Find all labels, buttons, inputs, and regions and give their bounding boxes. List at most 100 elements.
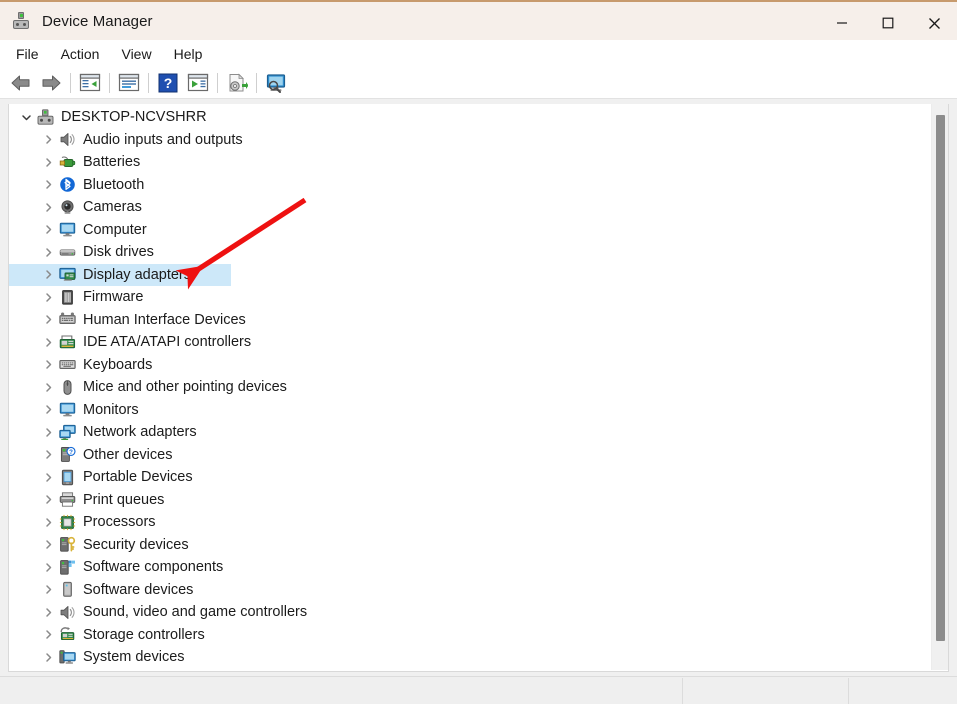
tree-item-processors[interactable]: Processors [9, 511, 933, 534]
software-component-icon [57, 558, 77, 576]
menu-item-action[interactable]: Action [50, 44, 111, 64]
tree-item-display-adapters[interactable]: Display adapters [9, 263, 231, 286]
chevron-right-icon[interactable] [39, 157, 57, 168]
chevron-right-icon[interactable] [39, 134, 57, 145]
chevron-right-icon[interactable] [39, 562, 57, 573]
tree-item-portable-devices[interactable]: Portable Devices [9, 466, 933, 489]
chevron-right-icon[interactable] [39, 314, 57, 325]
chevron-right-icon[interactable] [39, 584, 57, 595]
status-bar-divider [682, 678, 683, 704]
tree-item-label: Batteries [83, 154, 141, 170]
tree-item-audio-inputs-and-outputs[interactable]: Audio inputs and outputs [9, 129, 933, 152]
tree-item-batteries[interactable]: Batteries [9, 151, 933, 174]
chevron-right-icon[interactable] [39, 292, 57, 303]
device-tree-list: DESKTOP-NCVSHRR Audio inputs and outputs… [9, 104, 933, 669]
chevron-right-icon[interactable] [39, 359, 57, 370]
computer-node-icon [35, 108, 55, 126]
tree-item-storage-controllers[interactable]: Storage controllers [9, 624, 933, 647]
chevron-right-icon[interactable] [39, 404, 57, 415]
chevron-right-icon[interactable] [39, 517, 57, 528]
device-manager-window: Device Manager File Action View Help ? D… [0, 0, 957, 704]
tree-item-human-interface-devices[interactable]: Human Interface Devices [9, 309, 933, 332]
update-driver-button[interactable] [222, 69, 252, 97]
menu-item-file[interactable]: File [5, 44, 50, 64]
chevron-right-icon[interactable] [39, 449, 57, 460]
tree-item-software-devices[interactable]: Software devices [9, 579, 933, 602]
tree-item-security-devices[interactable]: Security devices [9, 534, 933, 557]
tree-item-other-devices[interactable]: ? Other devices [9, 444, 933, 467]
tree-item-label: Monitors [83, 401, 139, 418]
menu-item-view[interactable]: View [110, 44, 162, 64]
tree-item-label: Sound, video and game controllers [83, 604, 308, 620]
tree-item-system-devices[interactable]: System devices [9, 646, 933, 669]
forward-button[interactable] [36, 69, 66, 97]
chevron-right-icon[interactable] [39, 269, 57, 280]
tree-item-sound-video-and-game-controllers[interactable]: Sound, video and game controllers [9, 601, 933, 624]
close-button[interactable] [911, 4, 957, 42]
title-bar: Device Manager [0, 0, 957, 40]
bluetooth-icon [57, 176, 77, 194]
forward-arrow-icon [42, 75, 61, 90]
tree-item-software-components[interactable]: Software components [9, 556, 933, 579]
properties-button[interactable] [114, 69, 144, 97]
tree-item-label: Firmware [83, 289, 144, 305]
disk-drive-icon [57, 243, 77, 261]
keyboard-icon [57, 356, 77, 374]
tree-item-monitors[interactable]: Monitors [9, 399, 933, 422]
tree-item-computer[interactable]: Computer [9, 219, 933, 242]
maximize-icon [882, 17, 894, 29]
back-button[interactable] [6, 69, 36, 97]
tree-item-network-adapters[interactable]: Network adapters [9, 421, 933, 444]
chevron-down-icon[interactable] [17, 112, 35, 123]
svg-text:?: ? [69, 449, 73, 456]
chevron-right-icon[interactable] [39, 472, 57, 483]
chevron-right-icon[interactable] [39, 247, 57, 258]
show-hide-console-tree-button[interactable] [75, 69, 105, 97]
tree-item-bluetooth[interactable]: Bluetooth [9, 174, 933, 197]
menu-item-help[interactable]: Help [163, 44, 214, 64]
firmware-chip-icon [57, 288, 77, 306]
portable-device-icon [57, 468, 77, 486]
chevron-right-icon[interactable] [39, 382, 57, 393]
tree-item-label: Print queues [83, 491, 165, 508]
chevron-right-icon[interactable] [39, 652, 57, 663]
monitor-icon [57, 401, 77, 419]
scan-hardware-icon [187, 73, 209, 92]
chevron-right-icon[interactable] [39, 179, 57, 190]
chevron-right-icon[interactable] [39, 607, 57, 618]
help-button[interactable]: ? [153, 69, 183, 97]
tree-item-keyboards[interactable]: Keyboards [9, 354, 933, 377]
tree-item-label: Audio inputs and outputs [83, 131, 243, 148]
vertical-scrollbar[interactable] [931, 104, 948, 670]
tree-root-item[interactable]: DESKTOP-NCVSHRR [9, 106, 933, 129]
chevron-right-icon[interactable] [39, 202, 57, 213]
tree-item-label: Keyboards [83, 356, 153, 373]
tree-item-firmware[interactable]: Firmware [9, 286, 933, 309]
tree-item-disk-drives[interactable]: Disk drives [9, 241, 933, 264]
scan-for-hardware-changes-button[interactable] [183, 69, 213, 97]
tree-item-print-queues[interactable]: Print queues [9, 489, 933, 512]
tree-item-cameras[interactable]: Cameras [9, 196, 933, 219]
device-tree[interactable]: DESKTOP-NCVSHRR Audio inputs and outputs… [9, 104, 933, 670]
add-legacy-hardware-icon [266, 73, 286, 93]
tree-item-mice-and-other-pointing-devices[interactable]: Mice and other pointing devices [9, 376, 933, 399]
ide-controller-icon [57, 333, 77, 351]
chevron-right-icon[interactable] [39, 629, 57, 640]
maximize-button[interactable] [865, 4, 911, 42]
battery-icon [57, 153, 77, 171]
network-adapter-icon [57, 423, 77, 441]
chevron-right-icon[interactable] [39, 427, 57, 438]
tree-item-ide-ata-atapi-controllers[interactable]: IDE ATA/ATAPI controllers [9, 331, 933, 354]
chevron-right-icon[interactable] [39, 224, 57, 235]
scrollbar-thumb[interactable] [936, 115, 945, 641]
minimize-button[interactable] [819, 4, 865, 42]
chevron-right-icon[interactable] [39, 539, 57, 550]
toolbar-separator [109, 72, 110, 93]
update-driver-icon [229, 73, 248, 91]
console-tree-icon [79, 73, 101, 92]
chevron-right-icon[interactable] [39, 337, 57, 348]
menu-bar: File Action View Help [0, 40, 957, 67]
security-key-icon [57, 536, 77, 554]
add-legacy-hardware-button[interactable] [261, 69, 291, 97]
chevron-right-icon[interactable] [39, 494, 57, 505]
